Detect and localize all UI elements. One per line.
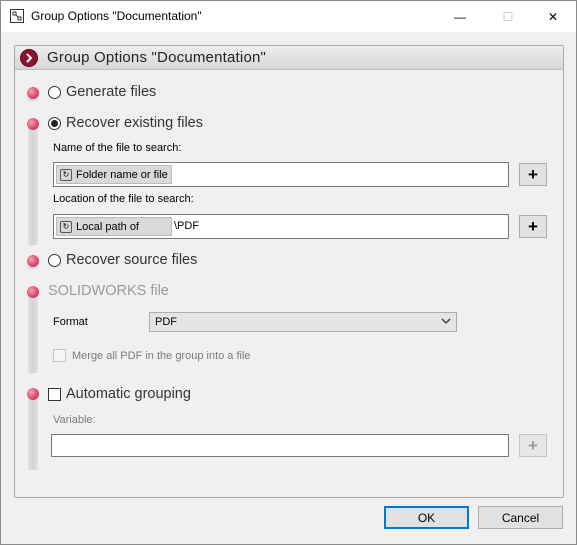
- generate-files-label[interactable]: Generate files: [66, 84, 156, 100]
- variable-input[interactable]: [51, 434, 509, 457]
- variable-label: Variable:: [53, 414, 96, 426]
- cancel-button[interactable]: Cancel: [478, 506, 563, 529]
- close-button[interactable]: ✕: [530, 1, 576, 32]
- automatic-grouping-checkbox[interactable]: [48, 388, 61, 401]
- solidworks-file-label: SOLIDWORKS file: [48, 283, 169, 299]
- maximize-button[interactable]: ☐: [485, 1, 531, 32]
- recover-source-label[interactable]: Recover source files: [66, 252, 197, 268]
- local-path-chip[interactable]: ↻ Local path of: [56, 217, 172, 236]
- section-bullet: [27, 255, 39, 267]
- add-file-location-button[interactable]: +: [519, 215, 547, 238]
- file-location-field[interactable]: ↻ Local path of \PDF: [53, 214, 509, 239]
- variable-icon: ↻: [60, 220, 72, 233]
- app-icon: [10, 9, 24, 23]
- file-name-field[interactable]: ↻ Folder name or file: [53, 162, 509, 187]
- section-rail: [28, 293, 38, 373]
- recover-existing-radio[interactable]: [48, 117, 61, 130]
- merge-pdf-label: Merge all PDF in the group into a file: [72, 350, 251, 362]
- format-label: Format: [53, 316, 88, 328]
- window-title: Group Options "Documentation": [31, 9, 202, 23]
- panel-header: Group Options "Documentation": [15, 46, 563, 70]
- file-location-value: \PDF: [174, 220, 200, 232]
- section-bullet: [27, 286, 39, 298]
- add-file-name-button[interactable]: +: [519, 163, 547, 186]
- section-bullet: [27, 388, 39, 400]
- format-select[interactable]: PDF: [149, 312, 457, 332]
- chevron-right-icon: [20, 49, 38, 67]
- add-variable-button[interactable]: +: [519, 434, 547, 457]
- recover-source-radio[interactable]: [48, 254, 61, 267]
- title-bar: Group Options "Documentation" — ☐ ✕: [1, 1, 576, 32]
- automatic-grouping-label[interactable]: Automatic grouping: [66, 386, 191, 402]
- local-path-chip-label: Local path of: [76, 220, 139, 233]
- merge-pdf-checkbox[interactable]: [53, 349, 66, 362]
- folder-name-chip-label: Folder name or file: [76, 168, 168, 181]
- generate-files-radio[interactable]: [48, 86, 61, 99]
- folder-name-chip[interactable]: ↻ Folder name or file: [56, 165, 172, 184]
- format-select-value: PDF: [155, 316, 177, 328]
- section-bullet: [27, 87, 39, 99]
- file-location-label: Location of the file to search:: [53, 193, 194, 205]
- recover-existing-label[interactable]: Recover existing files: [66, 115, 203, 131]
- section-rail: [28, 395, 38, 470]
- variable-icon: ↻: [60, 168, 72, 181]
- section-rail: [28, 125, 38, 245]
- panel-title: Group Options "Documentation": [47, 49, 267, 66]
- ok-button[interactable]: OK: [384, 506, 469, 529]
- dialog-window: Group Options "Documentation" — ☐ ✕ Grou…: [0, 0, 577, 545]
- group-options-panel: Group Options "Documentation": [14, 45, 564, 498]
- chevron-down-icon: [441, 318, 451, 324]
- minimize-button[interactable]: —: [437, 1, 483, 32]
- file-name-label: Name of the file to search:: [53, 142, 182, 154]
- section-bullet: [27, 118, 39, 130]
